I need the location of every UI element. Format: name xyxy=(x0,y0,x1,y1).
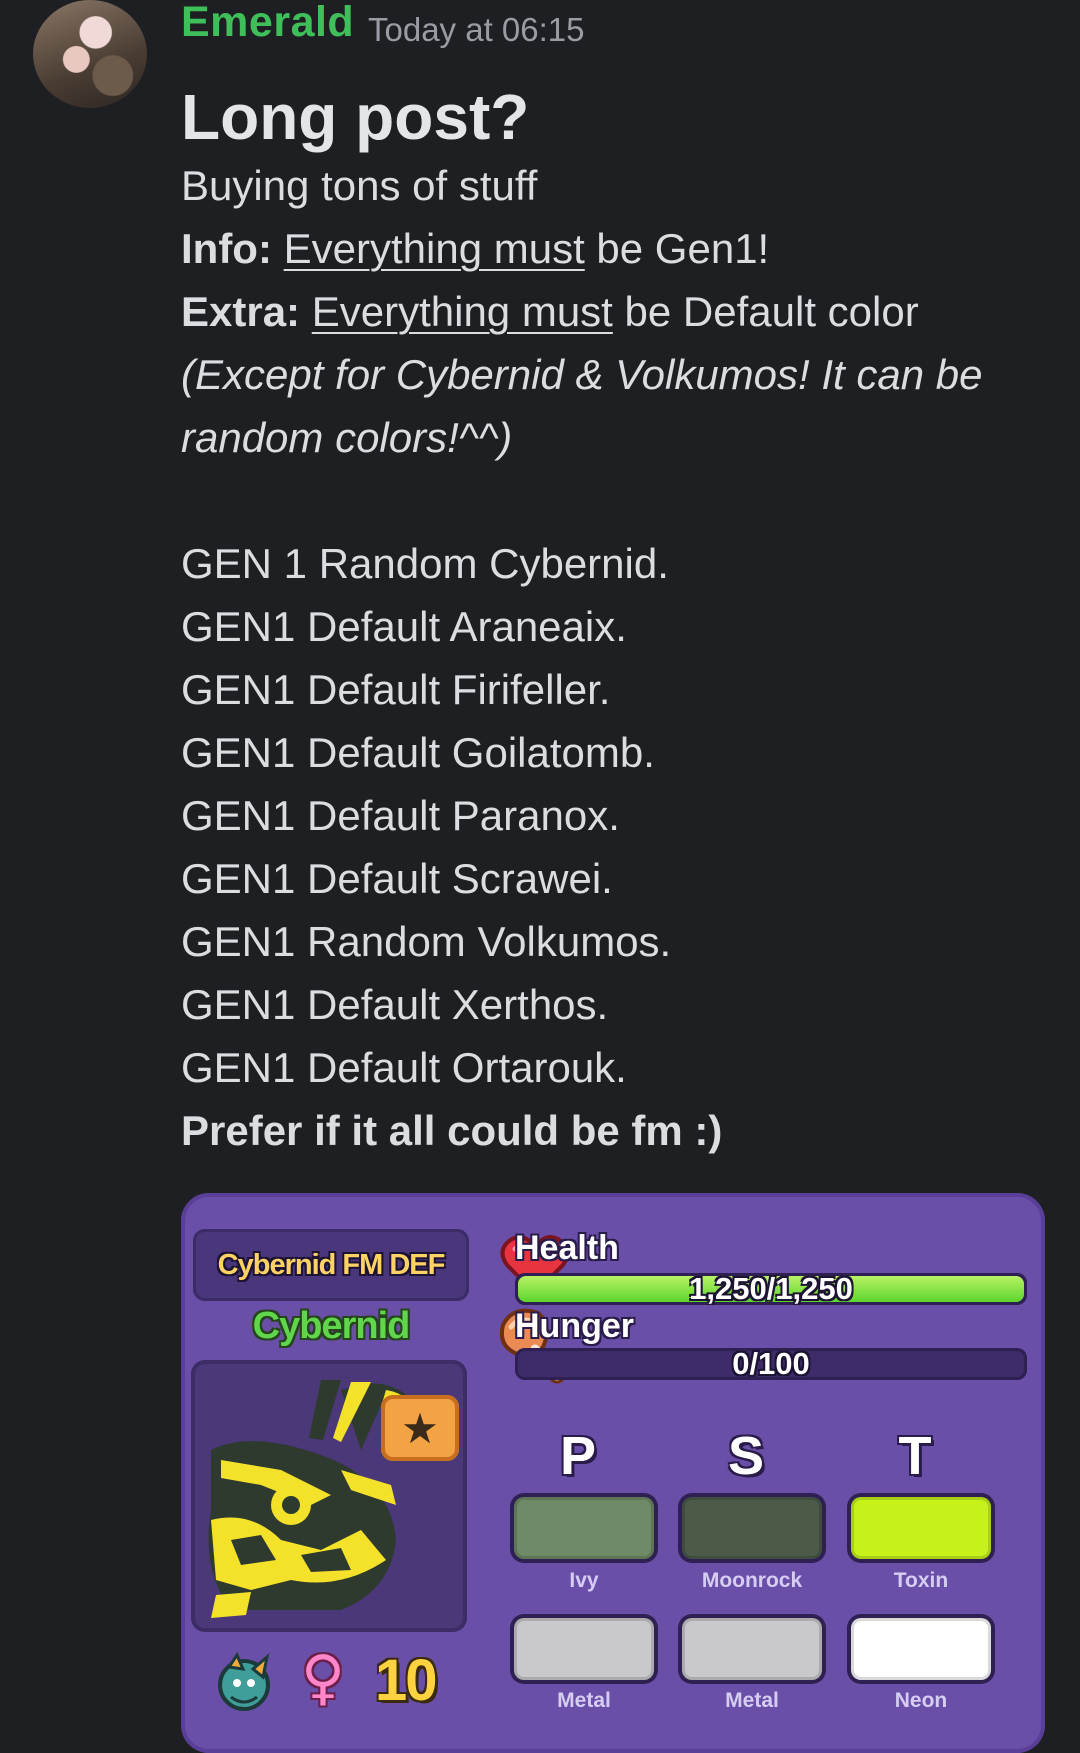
swatch-label: Toxin xyxy=(893,1569,949,1592)
pst-label-t: T xyxy=(898,1426,932,1486)
post-title: Long post? xyxy=(181,81,530,153)
avatar[interactable] xyxy=(33,0,147,108)
closing-line: Prefer if it all could be fm :) xyxy=(181,1107,723,1154)
attachment-image[interactable]: Cybernid FM DEF Cybernid ★ ♀ 10 Health 1… xyxy=(181,1193,1045,1753)
pst-label-s: S xyxy=(727,1426,765,1486)
info-label: Info: xyxy=(181,225,272,272)
card-title-box: Cybernid FM DEF xyxy=(193,1229,469,1301)
message-line: Buying tons of stuff xyxy=(181,162,538,209)
card-footer: ♀ 10 xyxy=(209,1641,479,1721)
female-icon: ♀ xyxy=(301,1643,345,1713)
list-item: GEN1 Default Scrawei. xyxy=(181,855,613,902)
list-item: GEN1 Default Firifeller. xyxy=(181,666,611,713)
health-value: 1,250/1,250 xyxy=(689,1273,853,1305)
italic-line: random colors!^^) xyxy=(181,414,513,461)
italic-line: (Except for Cybernid & Volkumos! It can … xyxy=(181,351,983,398)
swatch-label: Ivy xyxy=(569,1569,599,1592)
hunger-label: Hunger xyxy=(515,1307,634,1345)
hunger-bar: 0/100 xyxy=(515,1348,1027,1380)
list-item: GEN1 Default Ortarouk. xyxy=(181,1044,627,1091)
material-swatch-tertiary[interactable] xyxy=(851,1618,991,1680)
health-label: Health xyxy=(515,1229,619,1267)
list-item: GEN1 Default Goilatomb. xyxy=(181,729,655,776)
message-timestamp: Today at 06:15 xyxy=(368,11,585,48)
list-item: GEN1 Default Araneaix. xyxy=(181,603,627,650)
list-item: GEN 1 Random Cybernid. xyxy=(181,540,669,587)
health-bar: 1,250/1,250 xyxy=(515,1273,1027,1305)
color-swatch-primary[interactable] xyxy=(514,1497,654,1559)
material-swatch-secondary[interactable] xyxy=(682,1618,822,1680)
list-item: GEN1 Random Volkumos. xyxy=(181,918,672,965)
extra-underlined: Everything must xyxy=(311,288,613,335)
material-swatch-primary[interactable] xyxy=(514,1618,654,1680)
color-swatch-secondary[interactable] xyxy=(682,1497,822,1559)
level-value: 10 xyxy=(375,1648,437,1713)
color-swatch-tertiary[interactable] xyxy=(851,1497,991,1559)
swatch-label: Moonrock xyxy=(701,1569,803,1592)
extra-label: Extra: xyxy=(181,288,301,335)
list-item: GEN1 Default Paranox. xyxy=(181,792,620,839)
list-item: GEN1 Default Xerthos. xyxy=(181,981,609,1028)
extra-rest: be Default color xyxy=(612,288,919,335)
message-body: Long post? Buying tons of stuff Info: Ev… xyxy=(181,82,1061,1162)
pst-label-p: P xyxy=(559,1426,597,1486)
swatch-label: Metal xyxy=(725,1689,779,1712)
card-title: Cybernid FM DEF xyxy=(217,1249,446,1281)
extra-line: Extra: Everything must be Default color xyxy=(181,280,1061,343)
dragon-icon xyxy=(218,1651,270,1711)
info-rest: be Gen1! xyxy=(584,225,770,272)
author-name[interactable]: Emerald xyxy=(181,0,354,47)
info-line: Info: Everything must be Gen1! xyxy=(181,217,1061,280)
swatch-label: Neon xyxy=(894,1689,948,1712)
swatch-label: Metal xyxy=(557,1689,611,1712)
info-underlined: Everything must xyxy=(283,225,585,272)
star-icon[interactable]: ★ xyxy=(381,1395,459,1461)
hunger-value: 0/100 xyxy=(732,1348,810,1380)
species-name: Cybernid xyxy=(252,1305,411,1347)
